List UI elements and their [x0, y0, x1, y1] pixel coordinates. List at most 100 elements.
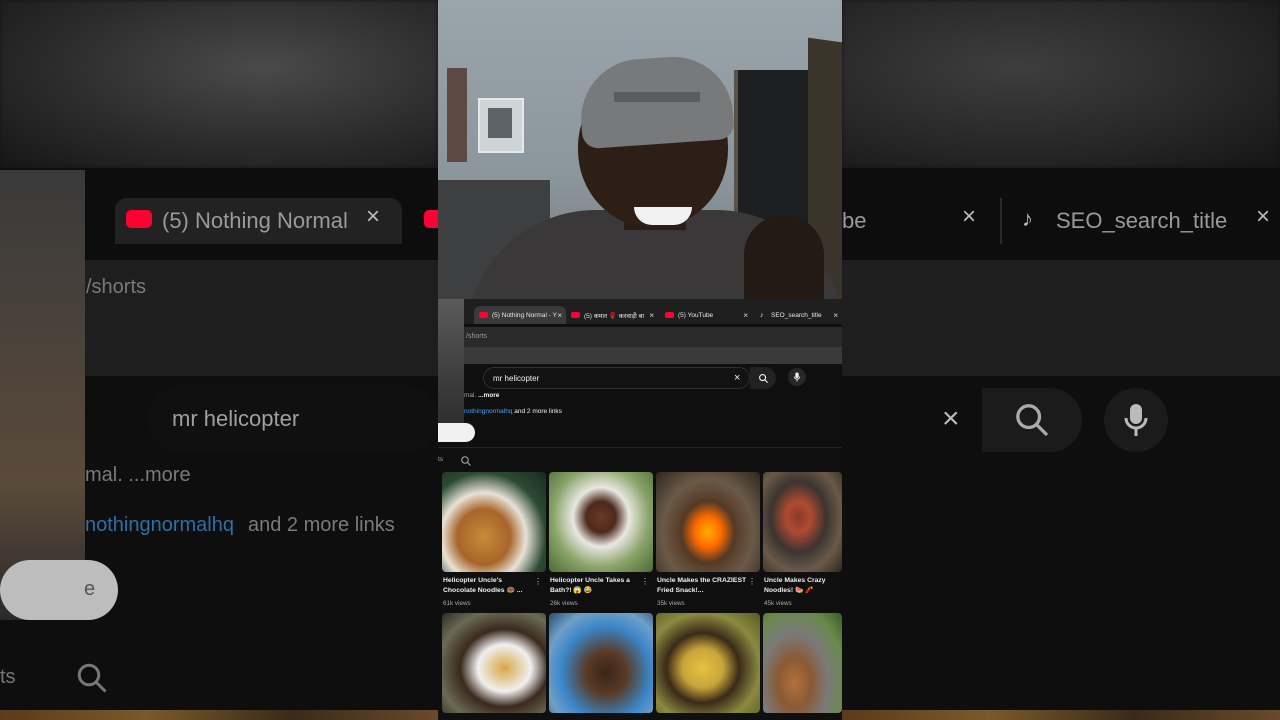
background-subscribe-pill	[0, 560, 118, 620]
background-right-tab-fragment: be	[842, 208, 867, 233]
background-address-area-right	[842, 260, 1280, 376]
background-tiktok-icon: ♪	[1022, 206, 1033, 231]
background-close-icon: ×	[366, 203, 381, 230]
background-search-icon	[74, 660, 110, 701]
youtube-icon	[665, 312, 674, 318]
tiktok-icon: ♪	[760, 311, 764, 319]
short-thumbnail[interactable]	[656, 472, 760, 572]
search-button[interactable]	[750, 367, 776, 389]
bookmarks-bar	[464, 347, 842, 364]
short-thumbnail[interactable]	[442, 472, 546, 572]
short-thumbnail[interactable]	[763, 613, 842, 713]
channel-links: nothingnormalhq and 2 more links	[464, 408, 562, 415]
short-card[interactable]	[442, 613, 546, 713]
short-card[interactable]	[763, 613, 842, 713]
background-shorts-fragment: ts	[0, 666, 16, 688]
background-mic-icon	[1122, 402, 1150, 443]
short-title[interactable]: Uncle Makes the CRAZIEST Fried Snack!...	[657, 576, 749, 596]
clear-search-icon[interactable]: ×	[734, 371, 740, 385]
more-link[interactable]: ...more	[478, 392, 499, 399]
person-arm	[744, 215, 824, 299]
short-card[interactable]: Helicopter Uncle's Chocolate Noodles 🍩 .…	[442, 472, 546, 607]
voice-search-button[interactable]	[788, 368, 806, 386]
short-views: 35k views	[657, 600, 685, 607]
close-icon[interactable]: ×	[743, 311, 748, 320]
channel-search-icon[interactable]	[460, 454, 472, 472]
tab-kamal[interactable]: (5) कमल 🌹 करवाड़ी बा ×	[566, 306, 658, 324]
tab-label: SEO_search_title	[771, 311, 822, 319]
background-youtube-icon-2	[424, 210, 438, 228]
short-title[interactable]: Helicopter Uncle Takes a Bath?! 😱 😂	[550, 576, 642, 596]
short-views: 45k views	[764, 600, 792, 607]
short-thumbnail[interactable]	[763, 472, 842, 572]
tab-label: (5) कमल 🌹 करवाड़ी बा	[584, 312, 645, 320]
tab-label: (5) YouTube	[678, 311, 714, 319]
short-thumbnail[interactable]	[442, 613, 546, 713]
short-thumbnail[interactable]	[549, 613, 653, 713]
channel-description: mal. ...more	[464, 392, 499, 399]
short-views: 61k views	[443, 600, 471, 607]
background-clear-icon: ×	[942, 402, 960, 435]
background-right-tab-title: SEO_search_title	[1056, 208, 1228, 233]
background-webcam-blur-right	[842, 0, 1280, 168]
short-card[interactable]	[549, 613, 653, 713]
mic-icon	[793, 372, 801, 382]
youtube-icon	[479, 312, 488, 318]
tab-nothing-normal[interactable]: (5) Nothing Normal - Y ×	[474, 306, 566, 324]
background-tab-title: (5) Nothing Normal - Y	[162, 208, 352, 233]
tab-seo-search[interactable]: ♪ SEO_search_title ×	[754, 306, 842, 324]
channel-handle-link[interactable]: nothingnormalhq	[464, 408, 512, 415]
short-thumbnail[interactable]	[549, 472, 653, 572]
address-bar[interactable]: /shorts	[464, 327, 842, 347]
youtube-icon	[571, 312, 580, 318]
wall-frame	[447, 68, 467, 162]
close-icon[interactable]: ×	[833, 311, 838, 320]
close-icon[interactable]: ×	[557, 311, 562, 320]
background-right-panel: be × ♪ SEO_search_title × ×	[842, 0, 1280, 720]
background-links-suffix: and 2 more links	[248, 514, 395, 536]
close-icon[interactable]: ×	[649, 311, 654, 320]
background-tab-separator	[1000, 198, 1002, 244]
background-left-photo-strip	[0, 170, 85, 620]
background-desc-fragment: mal. ...more	[85, 464, 191, 486]
background-links-handle: nothingnormalhq	[85, 514, 234, 536]
person-smile	[634, 207, 692, 225]
more-options-icon[interactable]: ⋮	[534, 578, 542, 586]
background-left-panel: (5) Nothing Normal - Y × /shorts mr heli…	[0, 0, 438, 720]
channel-description-text: mal.	[464, 392, 479, 399]
background-search-icon-right	[1012, 400, 1052, 445]
short-title[interactable]: Helicopter Uncle's Chocolate Noodles 🍩 .…	[443, 576, 535, 596]
short-card[interactable]	[656, 613, 760, 713]
side-thumbnail-strip	[438, 299, 464, 441]
more-options-icon[interactable]: ⋮	[641, 578, 649, 586]
short-card[interactable]: Uncle Makes Crazy Noodles! 🍉 🧨 45k views	[763, 472, 842, 607]
more-options-icon[interactable]: ⋮	[748, 578, 756, 586]
tab-youtube[interactable]: (5) YouTube ×	[660, 306, 752, 324]
background-right-close-icon: ×	[962, 203, 977, 230]
short-views: 26k views	[550, 600, 578, 607]
background-webcam-blur	[0, 0, 438, 168]
tab-label: (5) Nothing Normal - Y	[492, 311, 557, 319]
video-frame: (5) Nothing Normal - Y × (5) कमल 🌹 करवाड…	[438, 0, 842, 720]
search-icon	[758, 373, 768, 383]
background-search-text: mr helicopter	[172, 406, 300, 431]
shorts-tab[interactable]: ts	[438, 456, 443, 463]
background-pill-fragment: e	[84, 578, 96, 600]
short-card[interactable]: Uncle Makes the CRAZIEST Fried Snack!...…	[656, 472, 760, 607]
background-url-fragment: /shorts	[86, 276, 147, 298]
divider	[438, 447, 842, 448]
short-card[interactable]: Helicopter Uncle Takes a Bath?! 😱 😂 ⋮ 26…	[549, 472, 653, 607]
person-cap-band	[614, 92, 700, 102]
background-thumbnails-edge-right	[842, 710, 1280, 720]
background-right-close-icon-2: ×	[1256, 203, 1271, 230]
background-thumbnails-edge	[0, 710, 438, 720]
webcam-feed	[438, 0, 842, 299]
search-input[interactable]: mr helicopter	[483, 367, 750, 389]
short-title[interactable]: Uncle Makes Crazy Noodles! 🍉 🧨	[764, 576, 834, 596]
more-links-text[interactable]: and 2 more links	[512, 408, 562, 415]
background-youtube-icon	[126, 210, 152, 228]
subscribe-button[interactable]	[438, 423, 475, 442]
wall-picture	[478, 98, 524, 153]
browser-screenshot: (5) Nothing Normal - Y × (5) कमल 🌹 करवाड…	[438, 299, 842, 720]
short-thumbnail[interactable]	[656, 613, 760, 713]
